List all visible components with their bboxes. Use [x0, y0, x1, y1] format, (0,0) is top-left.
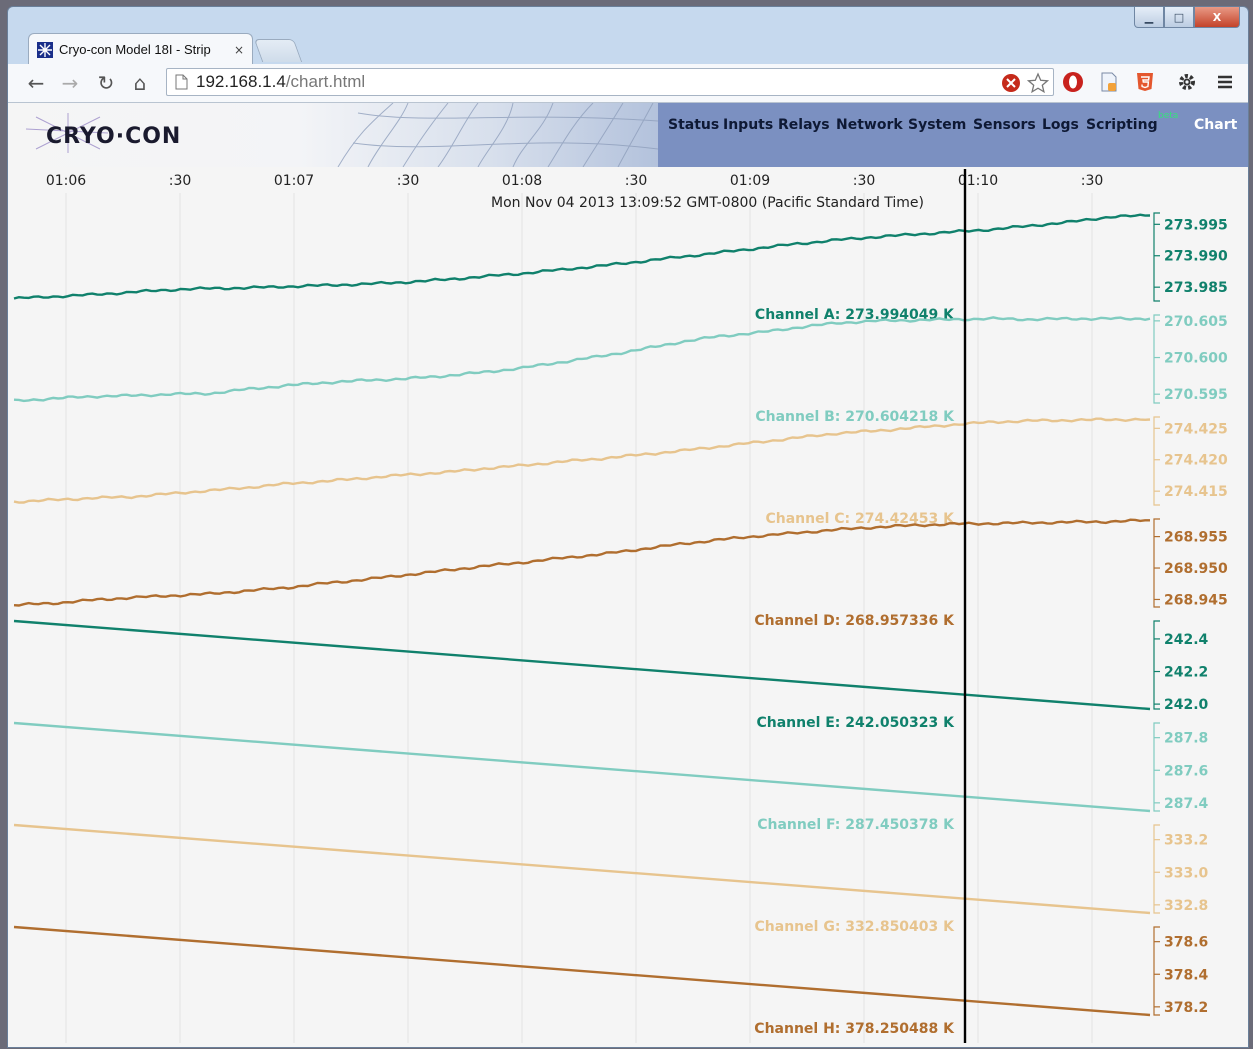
url-host: 192.168.1.4: [196, 72, 286, 91]
time-tick-label: :30: [397, 173, 420, 189]
series-line-channel-c: [13, 417, 1151, 504]
axis-bracket: [1153, 314, 1160, 404]
channel-readout: Channel H: 378.250488 K: [754, 1021, 955, 1037]
menu-icon[interactable]: [1214, 71, 1236, 93]
maximize-button[interactable]: □: [1164, 7, 1194, 28]
time-tick-label: :30: [625, 173, 648, 189]
timestamp-label: Mon Nov 04 2013 13:09:52 GMT-0800 (Pacif…: [491, 195, 924, 211]
gear-icon[interactable]: [1176, 71, 1198, 93]
browser-window: Cryo-con Model 18I - Strip × ▁ □ X ← → ↻…: [7, 6, 1249, 1048]
forward-icon[interactable]: →: [56, 69, 84, 97]
time-tick-label: 01:07: [274, 173, 314, 189]
axis-tick-label: 274.420: [1164, 453, 1228, 469]
axis-tick-label: 378.4: [1164, 967, 1209, 983]
channel-readout: Channel E: 242.050323 K: [756, 715, 955, 731]
tab-active[interactable]: Cryo-con Model 18I - Strip ×: [28, 33, 253, 65]
strip-chart[interactable]: 01:06:30 01:07:30 01:08:30 01:09:30 01:10:30…: [8, 167, 1248, 1047]
time-tick-label: :30: [853, 173, 876, 189]
nav-logs[interactable]: Logs: [1042, 117, 1079, 133]
star-icon[interactable]: [1027, 72, 1049, 94]
axis-tick-label: 242.2: [1164, 665, 1208, 681]
axis-bracket: [1153, 926, 1160, 1016]
url-path: /chart.html: [285, 72, 366, 91]
axis-tick-label: 270.595: [1164, 387, 1228, 403]
axis-tick-label: 273.990: [1164, 249, 1228, 265]
axis-bracket: [1153, 212, 1160, 302]
page-content: CRYO·CON Status Inputs Relays Network Sy…: [8, 103, 1248, 1047]
tab-close-icon[interactable]: ×: [234, 43, 244, 57]
reload-icon[interactable]: ↻: [92, 69, 120, 97]
axis-tick-label: 287.4: [1164, 796, 1209, 812]
series-line-channel-g: [13, 823, 1151, 915]
axis-bracket: [1153, 620, 1160, 710]
tab-title: Cryo-con Model 18I - Strip: [59, 42, 211, 57]
axis-tick-label: 332.8: [1164, 898, 1208, 914]
new-tab-button[interactable]: [253, 39, 303, 62]
channel-readout: Channel G: 332.850403 K: [755, 919, 956, 935]
axis-tick-label: 270.600: [1164, 351, 1228, 367]
minimize-button[interactable]: ▁: [1134, 7, 1164, 28]
axis-tick-label: 242.4: [1164, 632, 1209, 648]
time-tick-label: :30: [169, 173, 192, 189]
axis-bracket: [1153, 518, 1160, 608]
axis-tick-label: 378.6: [1164, 935, 1208, 951]
channel-readout: Channel D: 268.957336 K: [754, 613, 955, 629]
series-line-channel-e: [13, 619, 1151, 711]
axis-tick-label: 333.0: [1164, 865, 1209, 881]
tab-strip: Cryo-con Model 18I - Strip ×: [8, 7, 1248, 65]
nav-status[interactable]: Status: [668, 117, 719, 133]
axis-bracket: [1153, 416, 1160, 506]
home-icon[interactable]: ⌂: [126, 69, 154, 97]
nav-chart[interactable]: Chart: [1194, 117, 1237, 133]
series-line-channel-h: [13, 925, 1151, 1017]
axis-tick-label: 270.605: [1164, 314, 1228, 330]
note-icon[interactable]: [1098, 71, 1120, 93]
axis-tick-label: 268.945: [1164, 592, 1228, 608]
axis-tick-label: 273.995: [1164, 217, 1228, 233]
axis-tick-label: 274.415: [1164, 484, 1228, 500]
axis-bracket: [1153, 824, 1160, 914]
axis-tick-label: 274.425: [1164, 421, 1228, 437]
beta-badge: beta: [1158, 111, 1179, 121]
axis-tick-label: 378.2: [1164, 1000, 1208, 1016]
nav-system[interactable]: System: [908, 117, 966, 133]
top-navigation: Status Inputs Relays Network System Sens…: [658, 103, 1248, 167]
axis-tick-label: 268.955: [1164, 530, 1228, 546]
series-line-channel-d: [13, 518, 1150, 607]
axis-tick-label: 242.0: [1164, 697, 1209, 713]
address-bar[interactable]: 192.168.1.4/chart.html: [166, 68, 1054, 96]
axis-tick-label: 273.985: [1164, 280, 1228, 296]
axis-tick-label: 268.950: [1164, 561, 1228, 577]
back-icon[interactable]: ←: [22, 69, 50, 97]
series-line-channel-b: [13, 316, 1151, 403]
series-line-channel-a: [13, 213, 1151, 300]
opera-icon[interactable]: [1062, 71, 1084, 93]
nav-relays[interactable]: Relays: [778, 117, 830, 133]
axis-tick-label: 287.8: [1164, 731, 1208, 747]
nav-scripting[interactable]: Scripting: [1086, 117, 1158, 133]
page-icon: [175, 74, 188, 90]
logo-text: CRYO·CON: [46, 124, 181, 149]
axis-tick-label: 333.2: [1164, 833, 1208, 849]
channel-readout: Channel F: 287.450378 K: [757, 817, 955, 833]
time-tick-label: :30: [1081, 173, 1104, 189]
time-tick-label: 01:09: [730, 173, 770, 189]
html5-icon[interactable]: [1134, 71, 1156, 93]
nav-inputs[interactable]: Inputs: [723, 117, 773, 133]
browser-toolbar: ← → ↻ ⌂ 192.168.1.4/chart.html: [8, 64, 1248, 103]
nav-sensors[interactable]: Sensors: [973, 117, 1036, 133]
banner-artwork: CRYO·CON: [8, 103, 658, 167]
error-icon[interactable]: [1001, 73, 1021, 93]
window-controls: ▁ □ X: [1134, 7, 1240, 28]
axis-bracket: [1153, 722, 1160, 812]
axis-tick-label: 287.6: [1164, 763, 1208, 779]
time-tick-label: 01:08: [502, 173, 542, 189]
nav-network[interactable]: Network: [836, 117, 903, 133]
close-button[interactable]: X: [1194, 7, 1240, 28]
channel-readout: Channel B: 270.604218 K: [755, 409, 955, 425]
series-line-channel-f: [13, 721, 1151, 813]
app-banner: CRYO·CON Status Inputs Relays Network Sy…: [8, 103, 1248, 167]
snowflake-favicon-icon: [37, 41, 53, 58]
time-tick-label: 01:06: [46, 173, 86, 189]
